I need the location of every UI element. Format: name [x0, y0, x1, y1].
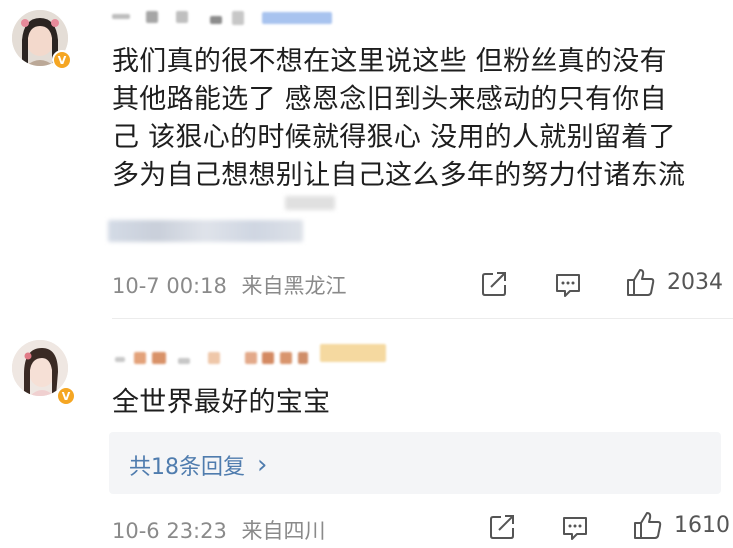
view-replies-link[interactable]: 共18条回复 ›: [129, 449, 267, 481]
verified-badge-icon: V: [56, 386, 76, 406]
like-icon: [627, 269, 655, 296]
like-icon: [634, 512, 662, 539]
obscured-text: [108, 220, 303, 242]
divider: [112, 318, 733, 319]
share-button[interactable]: [488, 513, 518, 541]
comment-icon: [556, 274, 580, 297]
like-button[interactable]: 2034: [625, 266, 723, 298]
replies-count-label: 共18条回复: [129, 455, 245, 480]
timestamp: 10-6 23:23 来自四川: [112, 515, 326, 545]
share-icon: [490, 515, 514, 539]
comment-location: 来自四川: [241, 519, 326, 543]
comment-time: 10-7 00:18: [112, 274, 227, 298]
like-count: 2034: [667, 269, 723, 295]
obscured-text: [285, 196, 335, 210]
comment-location: 来自黑龙江: [241, 274, 347, 298]
comment-body: 我们真的很不想在这里说这些 但粉丝真的没有 其他路能选了 感恩念旧到头来感动的只…: [112, 43, 717, 195]
comment-icon: [563, 517, 587, 540]
verified-badge-icon: V: [52, 50, 72, 70]
comment-button[interactable]: [553, 270, 583, 300]
comment-line: 己 该狠心的时候就得狠心 没用的人就别留着了: [112, 122, 676, 153]
like-button[interactable]: 1610: [632, 509, 730, 541]
comment-line: 其他路能选了 感恩念旧到头来感动的只有你自: [112, 84, 667, 115]
comment-time: 10-6 23:23: [112, 519, 227, 543]
comment-line: 多为自己想想别让自己这么多年的努力付诸东流: [112, 160, 686, 191]
timestamp: 10-7 00:18 来自黑龙江: [112, 270, 347, 300]
comment-button[interactable]: [560, 513, 590, 543]
chevron-right-icon: ›: [257, 450, 268, 480]
like-count: 1610: [674, 512, 730, 538]
share-button[interactable]: [480, 270, 510, 298]
share-icon: [482, 272, 506, 296]
replies-panel[interactable]: 共18条回复 ›: [109, 432, 721, 494]
comment-line: 我们真的很不想在这里说这些 但粉丝真的没有: [112, 46, 667, 77]
comment-body: 全世界最好的宝宝: [112, 387, 331, 418]
